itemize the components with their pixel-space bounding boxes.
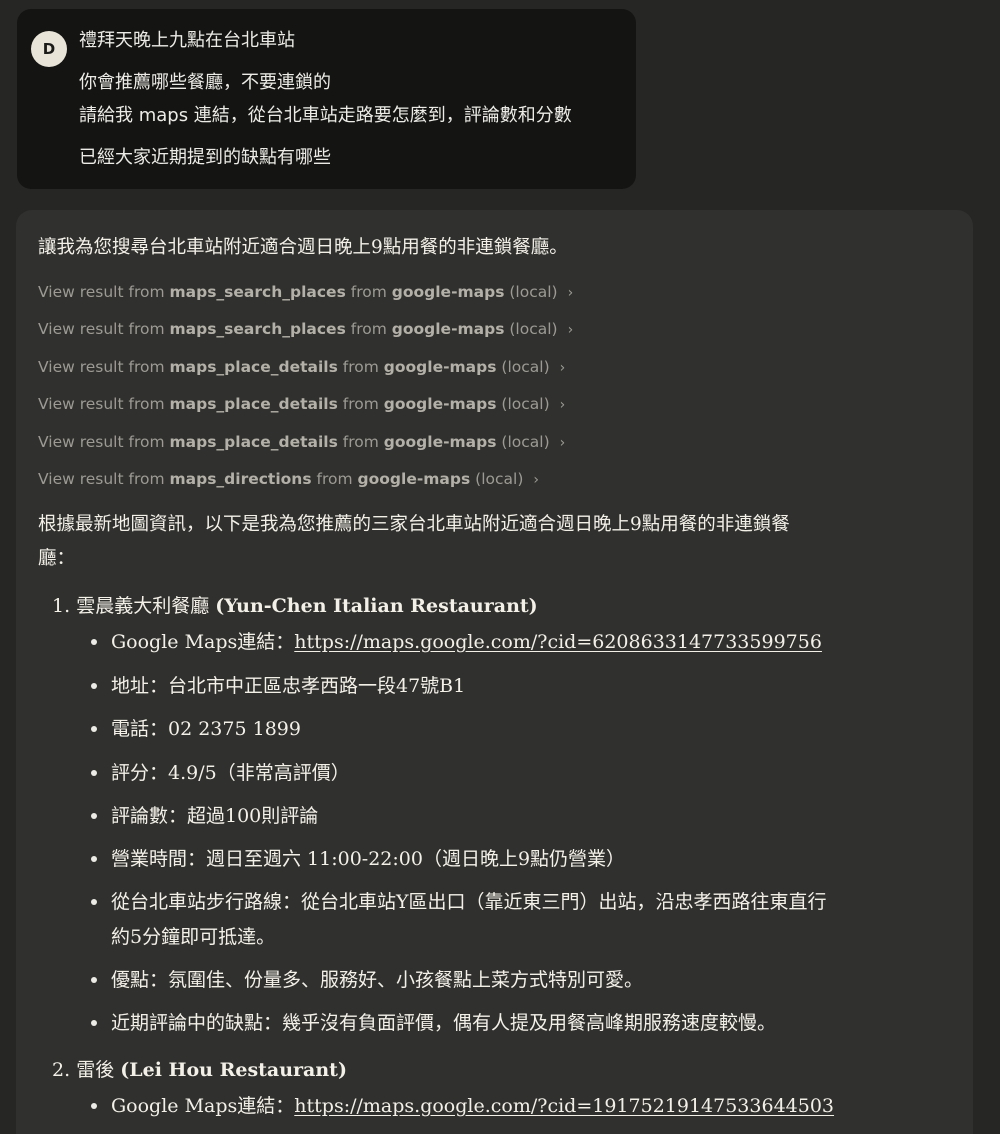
tool-name: maps_search_places — [169, 320, 346, 338]
bullet — [91, 813, 97, 819]
tool-result-mid: from — [342, 395, 379, 413]
tool-name: maps_place_details — [169, 358, 338, 376]
tool-result-mid: from — [316, 470, 353, 488]
maps-link[interactable]: https://maps.google.com/?cid=19175219147… — [294, 1095, 834, 1117]
restaurant-reviews: 評論數：超過100則評論 — [111, 805, 319, 827]
restaurant-phone: 電話：02 2375 1899 — [111, 718, 301, 740]
bullet — [91, 1020, 97, 1026]
chevron-right-icon: › — [533, 472, 539, 488]
restaurant-pros: 優點：氛圍佳、份量多、服務好、小孩餐點上菜方式特別可愛。 — [111, 969, 644, 991]
assistant-intro: 讓我為您搜尋台北車站附近適合週日晚上9點用餐的非連鎖餐廳。 — [38, 237, 568, 258]
tool-result-suffix: (local) — [509, 320, 558, 338]
restaurant-name-en: (Lei Hou Restaurant) — [120, 1059, 347, 1081]
tool-result-suffix: (local) — [501, 395, 550, 413]
tool-server: google-maps — [383, 433, 497, 451]
tool-result-prefix: View result from — [38, 395, 165, 413]
bullet — [91, 770, 97, 776]
tool-result-link[interactable]: View result from maps_directions from go… — [38, 468, 539, 491]
list-item: Google Maps連結：https://maps.google.com/?c… — [111, 624, 822, 660]
tool-result-prefix: View result from — [38, 320, 165, 338]
restaurant-heading: 2. 雷後 (Lei Hou Restaurant) — [52, 1055, 347, 1085]
tool-server: google-maps — [383, 395, 497, 413]
tool-result-suffix: (local) — [475, 470, 524, 488]
assistant-summary: 廳： — [38, 548, 76, 569]
list-item: Google Maps連結：https://maps.google.com/?c… — [111, 1088, 834, 1124]
tool-result-suffix: (local) — [509, 283, 558, 301]
user-message: D 禮拜天晚上九點在台北車站 你會推薦哪些餐廳，不要連鎖的 請給我 maps 連… — [17, 9, 636, 189]
chevron-right-icon: › — [567, 322, 574, 338]
restaurant-name: 雲晨義大利餐廳 — [76, 595, 210, 617]
tool-result-mid: from — [350, 283, 387, 301]
maps-label: Google Maps連結： — [111, 631, 295, 653]
restaurant-address: 地址：台北市中正區忠孝西路一段47號B1 — [111, 675, 466, 697]
restaurant-rating: 評分：4.9/5（非常高評價） — [111, 762, 350, 784]
chevron-right-icon: › — [559, 360, 566, 376]
assistant-summary: 根據最新地圖資訊，以下是我為您推薦的三家台北車站附近適合週日晚上9點用餐的非連鎖… — [38, 514, 790, 535]
tool-result-suffix: (local) — [501, 358, 550, 376]
tool-result-prefix: View result from — [38, 358, 165, 376]
tool-result-mid: from — [342, 358, 379, 376]
user-avatar: D — [31, 31, 67, 67]
tool-server: google-maps — [383, 358, 497, 376]
tool-name: maps_search_places — [169, 283, 346, 301]
tool-result-prefix: View result from — [38, 433, 165, 451]
tool-result-link[interactable]: View result from maps_place_details from… — [38, 431, 565, 454]
tool-name: maps_place_details — [169, 395, 338, 413]
tool-result-link[interactable]: View result from maps_search_places from… — [38, 281, 573, 304]
restaurant-route: 約5分鐘即可抵達。 — [111, 926, 276, 948]
tool-name: maps_place_details — [169, 433, 338, 451]
chevron-right-icon: › — [567, 285, 574, 301]
tool-result-link[interactable]: View result from maps_place_details from… — [38, 393, 565, 416]
tool-result-prefix: View result from — [38, 283, 165, 301]
restaurant-name: 雷後 — [76, 1059, 115, 1081]
bullet — [91, 726, 97, 732]
tool-name: maps_directions — [169, 470, 312, 488]
tool-result-link[interactable]: View result from maps_place_details from… — [38, 356, 565, 379]
tool-result-mid: from — [350, 320, 387, 338]
restaurant-route: 從台北車站步行路線：從台北車站Y區出口（靠近東三門）出站，沿忠孝西路往東直行 — [111, 891, 827, 913]
chevron-right-icon: › — [559, 435, 566, 451]
restaurant-name-en: (Yun-Chen Italian Restaurant) — [215, 595, 538, 617]
bullet — [91, 856, 97, 862]
chevron-right-icon: › — [559, 397, 566, 413]
tool-result-suffix: (local) — [501, 433, 550, 451]
tool-result-prefix: View result from — [38, 470, 165, 488]
bullet — [91, 977, 97, 983]
restaurant-heading: 1. 雲晨義大利餐廳 (Yun-Chen Italian Restaurant) — [52, 591, 538, 621]
tool-server: google-maps — [391, 320, 505, 338]
list-number: 1. — [52, 595, 71, 617]
maps-label: Google Maps連結： — [111, 1095, 295, 1117]
user-message-line: 禮拜天晚上九點在台北車站 — [79, 30, 295, 51]
bullet — [91, 1103, 97, 1109]
list-number: 2. — [52, 1059, 71, 1081]
bullet — [91, 683, 97, 689]
restaurant-hours: 營業時間：週日至週六 11:00-22:00（週日晚上9點仍營業） — [111, 848, 626, 870]
tool-result-mid: from — [342, 433, 379, 451]
restaurant-cons: 近期評論中的缺點：幾乎沒有負面評價，偶有人提及用餐高峰期服務速度較慢。 — [111, 1012, 777, 1034]
assistant-message: 讓我為您搜尋台北車站附近適合週日晚上9點用餐的非連鎖餐廳。 View resul… — [16, 210, 973, 1134]
user-message-line: 已經大家近期提到的缺點有哪些 — [79, 147, 331, 168]
tool-result-link[interactable]: View result from maps_search_places from… — [38, 318, 573, 341]
tool-server: google-maps — [357, 470, 471, 488]
maps-link[interactable]: https://maps.google.com/?cid=62086331477… — [294, 631, 822, 653]
tool-server: google-maps — [391, 283, 505, 301]
bullet — [91, 899, 97, 905]
user-message-line: 你會推薦哪些餐廳，不要連鎖的 — [79, 72, 331, 93]
user-message-line: 請給我 maps 連結，從台北車站走路要怎麼到，評論數和分數 — [79, 105, 572, 126]
bullet — [91, 639, 97, 645]
